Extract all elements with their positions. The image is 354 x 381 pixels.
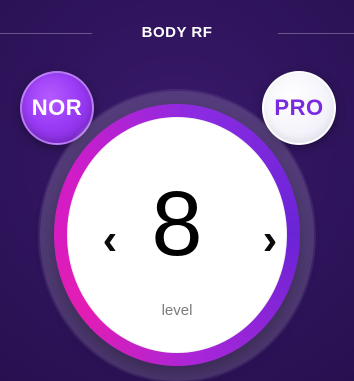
header-divider-right xyxy=(278,33,354,34)
body-rf-screen: BODY RF NOR PRO ‹ 8 › level xyxy=(0,0,354,381)
level-value: 8 xyxy=(151,173,203,275)
header: BODY RF xyxy=(0,0,354,70)
pro-mode-label: PRO xyxy=(274,95,324,120)
chevron-right-icon: › xyxy=(262,215,278,264)
level-label: level xyxy=(161,302,193,319)
nor-mode-label: NOR xyxy=(31,95,83,120)
increase-level-button[interactable]: › xyxy=(253,214,287,266)
